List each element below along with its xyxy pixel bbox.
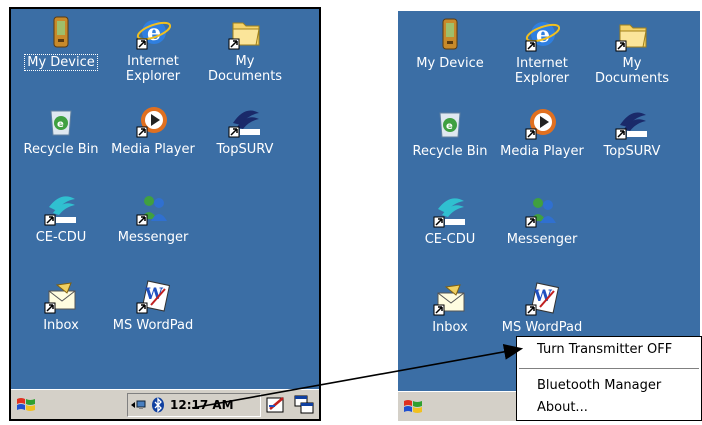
input-panel-icon (266, 397, 284, 413)
my-device-shortcut[interactable]: My Device (15, 15, 107, 71)
svg-text:e: e (446, 121, 453, 132)
messenger-icon (135, 191, 171, 227)
ce-cdu-shortcut[interactable]: CE-CDU (15, 191, 107, 245)
ms-wordpad-shortcut[interactable]: W MS WordPad (107, 279, 199, 333)
internet-explorer-icon: e (135, 15, 171, 51)
media-player-icon (524, 105, 560, 141)
pda-icon (432, 17, 468, 53)
icon-label: Internet Explorer (514, 56, 570, 86)
media-player-shortcut[interactable]: Media Player (496, 105, 588, 159)
messenger-shortcut[interactable]: Messenger (496, 193, 588, 247)
internet-explorer-shortcut[interactable]: e Internet Explorer (496, 17, 588, 86)
icon-label: MS WordPad (112, 318, 194, 333)
start-button[interactable] (15, 394, 37, 416)
icon-label: Messenger (506, 232, 578, 247)
switch-windows-icon (294, 395, 314, 414)
svg-text:e: e (57, 119, 64, 130)
wordpad-icon: W (524, 281, 560, 317)
messenger-icon (524, 193, 560, 229)
bluetooth-icon[interactable] (150, 397, 166, 413)
icon-label: TopSURV (603, 144, 661, 159)
recycle-bin-shortcut[interactable]: e Recycle Bin (15, 103, 107, 157)
windows-flag-icon (404, 400, 422, 413)
icon-label: Recycle Bin (412, 144, 488, 159)
internet-explorer-shortcut[interactable]: e Internet Explorer (107, 15, 199, 84)
messenger-shortcut[interactable]: Messenger (107, 191, 199, 245)
icon-label: Recycle Bin (23, 142, 99, 157)
recycle-bin-icon: e (432, 105, 468, 141)
icon-label: TopSURV (216, 142, 274, 157)
inbox-icon (432, 281, 468, 317)
my-documents-shortcut[interactable]: My Documents (586, 17, 678, 86)
internet-explorer-icon: e (524, 17, 560, 53)
icon-label: MS WordPad (501, 320, 583, 335)
media-player-shortcut[interactable]: Media Player (107, 103, 199, 157)
start-button[interactable] (402, 396, 424, 418)
system-tray: 12:17 AM (127, 393, 261, 417)
menu-item-turn-transmitter-off[interactable]: Turn Transmitter OFF (537, 341, 672, 359)
folder-icon (227, 15, 263, 51)
left-desktop-screen: My Device e Internet Explorer My Documen… (9, 7, 321, 421)
icon-label: Inbox (432, 320, 468, 335)
icon-label: Media Player (111, 142, 195, 157)
recycle-bin-shortcut[interactable]: e Recycle Bin (404, 105, 496, 159)
icon-label: My Documents (207, 54, 283, 84)
icon-label: Messenger (117, 230, 189, 245)
icon-label: My Documents (594, 56, 670, 86)
windows-flag-icon (17, 398, 35, 411)
clock[interactable]: 12:17 AM (170, 398, 234, 412)
icon-label: Media Player (500, 144, 584, 159)
inbox-shortcut[interactable]: Inbox (15, 279, 107, 333)
menu-item-bluetooth-manager[interactable]: Bluetooth Manager (537, 377, 661, 395)
wordpad-icon: W (135, 279, 171, 315)
icon-label: CE-CDU (35, 230, 87, 245)
recycle-bin-icon: e (43, 103, 79, 139)
menu-item-about[interactable]: About... (537, 399, 588, 417)
ms-wordpad-shortcut[interactable]: W MS WordPad (496, 281, 588, 335)
topsurv-icon (614, 105, 650, 141)
ce-cdu-shortcut[interactable]: CE-CDU (404, 193, 496, 247)
inbox-icon (43, 279, 79, 315)
taskbar: 12:17 AM (11, 389, 319, 419)
inbox-shortcut[interactable]: Inbox (404, 281, 496, 335)
ce-cdu-icon (432, 193, 468, 229)
folder-icon (614, 17, 650, 53)
topsurv-icon (227, 103, 263, 139)
ce-cdu-icon (43, 191, 79, 227)
topsurv-shortcut[interactable]: TopSURV (199, 103, 291, 157)
topsurv-shortcut[interactable]: TopSURV (586, 105, 678, 159)
menu-separator (519, 368, 699, 369)
icon-label: My Device (416, 56, 484, 71)
icon-label: Internet Explorer (125, 54, 181, 84)
icon-label: CE-CDU (424, 232, 476, 247)
my-documents-shortcut[interactable]: My Documents (199, 15, 291, 84)
bluetooth-context-menu: Turn Transmitter OFF Bluetooth Manager A… (516, 336, 702, 421)
media-player-icon (135, 103, 171, 139)
network-icon[interactable] (130, 397, 146, 413)
icon-label: Inbox (43, 318, 79, 333)
my-device-shortcut[interactable]: My Device (404, 17, 496, 71)
input-panel-button[interactable] (265, 394, 287, 416)
switch-windows-button[interactable] (293, 394, 315, 416)
pda-icon (43, 15, 79, 51)
icon-label: My Device (24, 54, 98, 71)
